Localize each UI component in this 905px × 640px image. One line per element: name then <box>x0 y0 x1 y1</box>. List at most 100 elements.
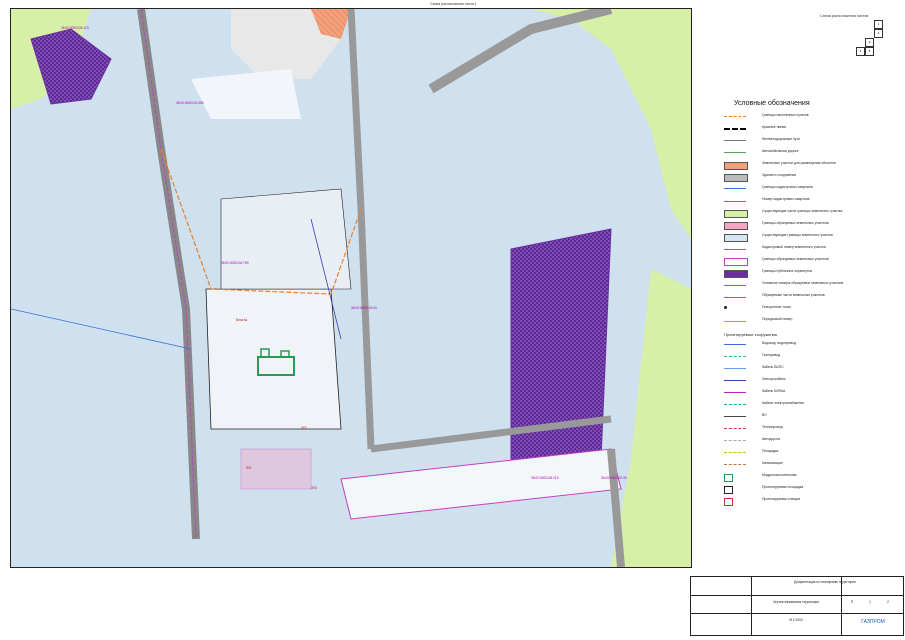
legend-structure-row: Электрокабель <box>722 376 900 388</box>
legend-item-label: Автомобильная дорога <box>762 149 799 153</box>
title-block-col-2 <box>841 577 842 635</box>
legend-structure-row: Площадка <box>722 448 900 460</box>
legend-structure-row: Проектируемая площадка <box>722 484 900 496</box>
legend-structure-row: Водовод, водопровод <box>722 340 900 352</box>
legend: Условные обозначения Границы населенных … <box>722 96 900 556</box>
legend-item-swatch <box>724 270 748 278</box>
legend-structure-label: Кабель КИПиА <box>762 389 786 393</box>
legend-structure-label: Кабель электроснабжения <box>762 401 804 405</box>
parcel-label-1: 36:00:0000103:123 <box>61 26 89 30</box>
legend-structure-label: Кабель ВОЛС <box>762 365 784 369</box>
legend-structure-swatch <box>724 464 746 465</box>
legend-structure-swatch <box>724 392 746 393</box>
map-canvas[interactable]: 36:00:0000103:123 36:00:0000101:456 36:0… <box>11 9 691 567</box>
legend-structure-label: Проектируемая станция <box>762 497 801 501</box>
legend-structure-row: Теплопровод <box>722 424 900 436</box>
legend-item-label: Существующие границы земельного участка <box>762 233 833 237</box>
title-block-col-1 <box>751 577 752 635</box>
legend-item-swatch <box>724 174 748 182</box>
legend-structure-row: Газопровод <box>722 352 900 364</box>
legend-item-swatch <box>724 116 746 117</box>
legend-structure-label: Газопровод <box>762 353 781 357</box>
parcel-label-3: 36:00:0000102:789 <box>221 261 249 265</box>
legend-item-swatch <box>724 246 746 250</box>
legend-structure-label: Электрокабель <box>762 377 786 381</box>
keymap-cell-4: 4 <box>856 47 865 56</box>
title-block-divider-2 <box>691 613 903 614</box>
legend-structure-row: ВЛ <box>722 412 900 424</box>
legend-item-swatch <box>724 318 746 322</box>
legend-item-label: Границы населенных пунктов <box>762 113 809 117</box>
legend-item-swatch <box>724 140 746 141</box>
legend-item-label: Железнодорожные пути <box>762 137 800 141</box>
legend-item-row: Существующие части границы земельного уч… <box>722 208 900 220</box>
legend-structure-swatch <box>724 440 746 441</box>
main-plot-label: Блок № <box>236 318 248 322</box>
legend-item-row: Номер кадастрового квартала <box>722 196 900 208</box>
legend-structure-row: Кабель электроснабжения <box>722 400 900 412</box>
legend-item-label: Существующие части границы земельного уч… <box>762 209 843 213</box>
legend-title: Условные обозначения <box>734 100 810 107</box>
legend-item-swatch <box>724 188 746 189</box>
legend-item-label: Границы публичных сервитутов <box>762 269 813 273</box>
legend-item-row: Образуемые части земельных участков <box>722 292 900 304</box>
legend-item-row: Границы населенных пунктов <box>722 112 900 124</box>
legend-item-row: Земельные участки для размещения объекто… <box>722 160 900 172</box>
legend-item-label: Условные номера образуемых земельных уча… <box>762 281 844 285</box>
company-logo-text: ГАЗПРОМ <box>861 619 885 625</box>
legend-structure-label: Теплопровод <box>762 425 783 429</box>
keymap-caption: Схема расположения листов <box>820 14 869 18</box>
map-area[interactable]: 36:00:0000103:123 36:00:0000101:456 36:0… <box>10 8 692 568</box>
legend-structure-row: Проектируемая станция <box>722 496 900 508</box>
legend-item-label: Кадастровый номер земельного участка <box>762 245 826 249</box>
legend-item-row: Железнодорожные пути <box>722 136 900 148</box>
legend-item-label: Земельные участки для размещения объекто… <box>762 161 836 165</box>
legend-item-swatch <box>724 258 748 266</box>
plot-central <box>220 188 352 290</box>
legend-item-swatch <box>724 152 746 153</box>
stage: П <box>850 600 854 604</box>
parcel-label-zu1: ЗУ1 <box>246 466 252 470</box>
legend-structure-row: Модульная котельная <box>722 472 900 484</box>
legend-structure-label: Водовод, водопровод <box>762 341 796 345</box>
legend-item-row: Красные линии <box>722 124 900 136</box>
legend-item-swatch <box>724 234 748 242</box>
legend-structure-row: Автодорога <box>722 436 900 448</box>
legend-item-swatch <box>724 210 748 218</box>
legend-structure-label: Площадка <box>762 449 779 453</box>
legend-item-swatch <box>724 282 746 286</box>
legend-structure-row: Кабель ВОЛС <box>722 364 900 376</box>
legend-structure-swatch <box>724 356 746 357</box>
keymap-cell-5: 5 <box>865 47 874 56</box>
legend-item-label: Красные линии <box>762 125 787 129</box>
legend-item-row: Существующие границы земельного участка <box>722 232 900 244</box>
legend-item-swatch <box>724 198 746 202</box>
parcel-label-5: 36:00:0000106:215 <box>531 476 559 480</box>
keymap-cell-2: 2 <box>874 29 883 38</box>
legend-item-row: Границы кадастрового квартала <box>722 184 900 196</box>
drawing-sheet: Схема расположения листа 1 Схема располо… <box>0 0 905 640</box>
legend-structure-label: Модульная котельная <box>762 473 797 477</box>
keymap-cell-1: 1 <box>874 20 883 29</box>
legend-item-label: Порядковый номер <box>762 317 793 321</box>
legend-item-label: Образуемые части земельных участков <box>762 293 825 297</box>
legend-item-label: Номер кадастрового квартала <box>762 197 810 201</box>
legend-item-swatch <box>724 162 748 170</box>
sheet-title: Чертеж межевания территории <box>772 600 820 604</box>
legend-item-label: Границы кадастрового квартала <box>762 185 813 189</box>
legend-item-label: Поворотные точки <box>762 305 791 309</box>
parcel-label-zu3: ЗУ3 <box>311 486 317 490</box>
scale: М 1:2000 <box>789 618 803 622</box>
legend-item-row: Порядковый номер <box>722 316 900 328</box>
legend-structure-swatch <box>724 486 733 494</box>
legend-structure-swatch <box>724 474 733 482</box>
legend-structure-swatch <box>724 404 746 405</box>
legend-item-row: Границы образуемых земельных участков <box>722 220 900 232</box>
legend-item-row: Автомобильная дорога <box>722 148 900 160</box>
legend-item-row: Границы публичных сервитутов <box>722 268 900 280</box>
legend-item-swatch <box>724 306 727 309</box>
legend-item-row: Условные номера образуемых земельных уча… <box>722 280 900 292</box>
legend-item-swatch <box>724 294 746 298</box>
legend-structure-label: Проектируемая площадка <box>762 485 804 489</box>
legend-item-row: Границы образуемых земельных участков <box>722 256 900 268</box>
